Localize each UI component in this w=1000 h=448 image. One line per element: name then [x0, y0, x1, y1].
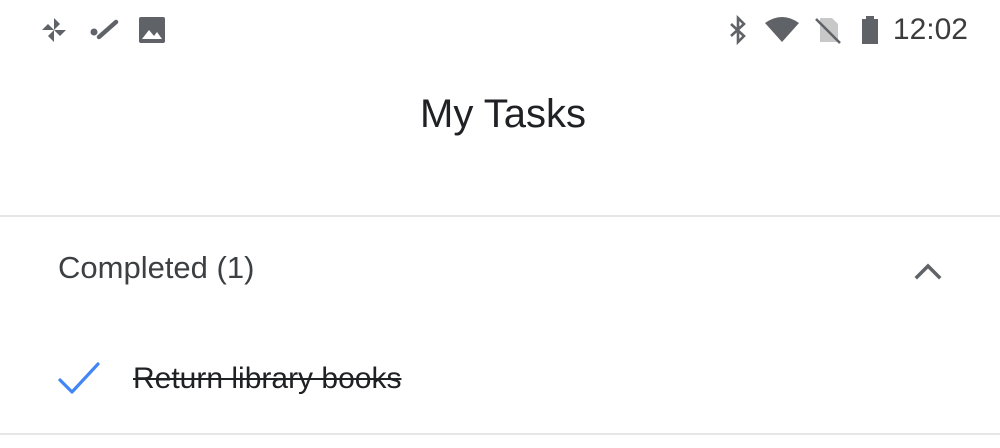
- tasks-screen: 12:02 My Tasks Completed (1) Return libr…: [0, 0, 1000, 448]
- fit-app-icon: [88, 14, 120, 46]
- battery-icon: [854, 14, 886, 46]
- image-icon: [136, 14, 168, 46]
- no-sim-icon: [812, 14, 844, 46]
- checkmark-icon[interactable]: [56, 358, 102, 398]
- clock-time: 12:02: [892, 13, 968, 46]
- completed-task-item[interactable]: Return library books: [0, 340, 1000, 426]
- task-title: Return library books: [133, 362, 402, 395]
- pinwheel-app-icon: [38, 14, 70, 46]
- bluetooth-icon: [722, 14, 754, 46]
- wifi-icon: [764, 14, 800, 46]
- completed-section-header[interactable]: Completed (1): [0, 230, 1000, 314]
- header-divider: [0, 215, 1000, 217]
- completed-section-label: Completed (1): [58, 250, 255, 285]
- task-divider: [0, 433, 1000, 435]
- status-bar: 12:02: [0, 0, 1000, 62]
- page-title: My Tasks: [420, 92, 586, 136]
- chevron-up-icon[interactable]: [908, 252, 948, 292]
